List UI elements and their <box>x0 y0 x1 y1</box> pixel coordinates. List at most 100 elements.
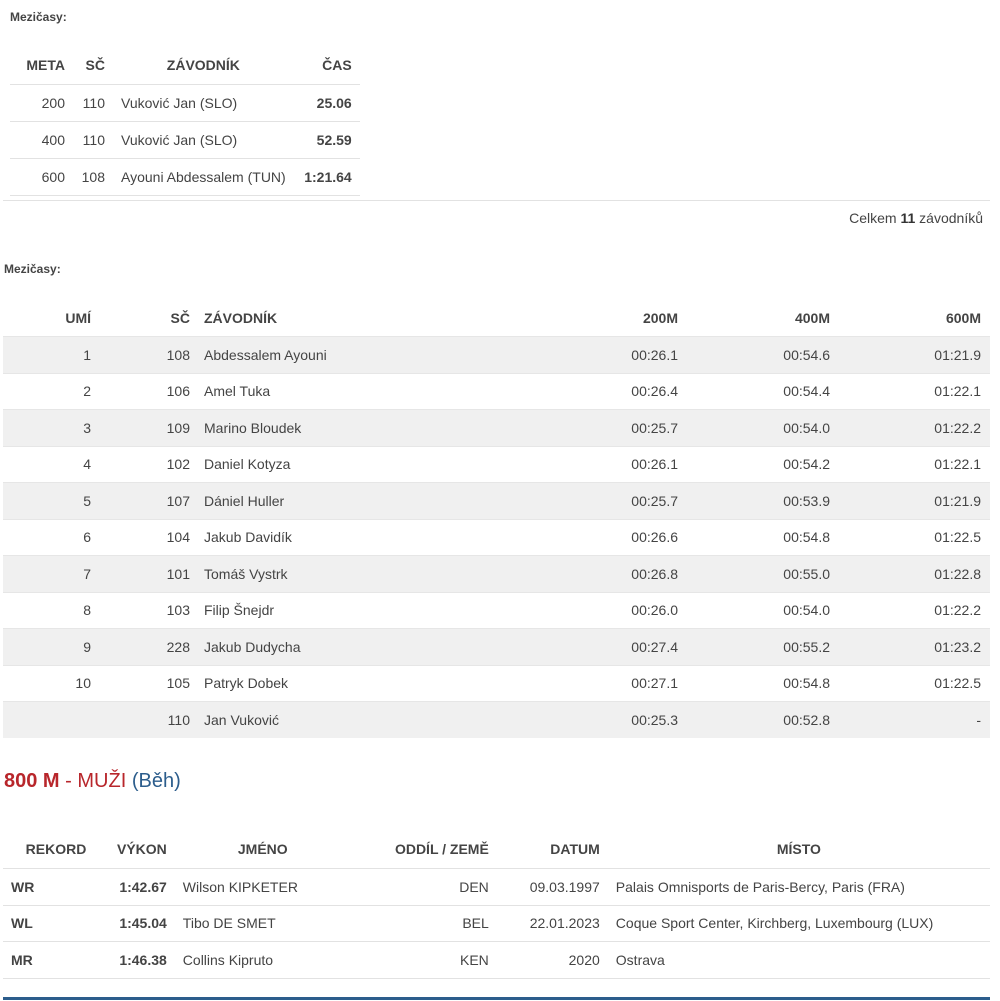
table-row: 9 228 Jakub Dudycha 00:27.4 00:55.2 01:23.2 <box>3 628 990 665</box>
cell-sc: 110 <box>73 84 113 122</box>
cell-date: 2020 <box>496 941 608 979</box>
cell-time: 25.06 <box>293 84 360 122</box>
cell-venue: Ostrava <box>607 941 990 979</box>
cell-400m: 00:54.6 <box>678 336 830 373</box>
cell-meta: 600 <box>10 158 73 196</box>
table-row: 6 104 Jakub Davidík 00:26.6 00:54.8 01:22.5 <box>3 518 990 556</box>
cell-athlete: Vuković Jan (SLO) <box>113 121 294 159</box>
col-record[interactable]: REKORD <box>3 830 109 869</box>
cell-600m: 01:21.9 <box>830 482 990 519</box>
total-prefix: Celkem <box>849 210 897 226</box>
cell-athlete: Vuković Jan (SLO) <box>113 84 294 122</box>
cell-sc: 101 <box>91 555 190 592</box>
cell-sc: 107 <box>91 482 190 519</box>
cell-athlete: Patryk Dobek <box>190 664 526 702</box>
table-row: 110 Jan Vuković 00:25.3 00:52.8- <box>3 701 990 738</box>
col-400m[interactable]: 400M <box>678 300 830 337</box>
cell-200m: 00:26.4 <box>526 372 678 410</box>
table-row: WL 1:45.04 Tibo DE SMET BEL 22.01.2023 C… <box>3 904 990 942</box>
col-club-country[interactable]: ODDÍL / ZEMĚ <box>351 830 497 869</box>
col-sc[interactable]: SČ <box>91 300 190 337</box>
cell-400m: 00:53.9 <box>678 482 830 519</box>
table-row: 4 102 Daniel Kotyza 00:26.1 00:54.2 01:22.1 <box>3 445 990 483</box>
cell-rank: 10 <box>3 664 91 702</box>
table-row: 5 107 Dániel Huller 00:25.7 00:53.9 01:21.9 <box>3 482 990 519</box>
cell-rank: 1 <box>3 336 91 373</box>
cell-400m: 00:54.2 <box>678 445 830 483</box>
cell-athlete: Filip Šnejdr <box>190 591 526 629</box>
col-rank[interactable]: UMÍ <box>3 300 91 337</box>
table-row: 1 108 Abdessalem Ayouni 00:26.1 00:54.6 01:21… <box>3 336 990 373</box>
cell-400m: 00:55.2 <box>678 628 830 665</box>
cell-600m: 01:22.5 <box>830 664 990 702</box>
col-200m[interactable]: 200M <box>526 300 678 337</box>
col-performance[interactable]: VÝKON <box>109 830 175 869</box>
col-venue[interactable]: MÍSTO <box>608 830 990 869</box>
cell-athlete: Amel Tuka <box>190 372 526 410</box>
cell-athlete: Jakub Dudycha <box>190 628 526 665</box>
cell-sc: 228 <box>91 628 190 665</box>
cell-athlete: Jan Vuković <box>190 701 526 738</box>
cell-200m: 00:26.6 <box>526 518 678 556</box>
cell-club-country: KEN <box>350 941 497 979</box>
total-athletes: Celkem 11 závodníků <box>849 210 983 226</box>
cell-600m: - <box>830 701 990 738</box>
cell-record: WR <box>3 868 109 905</box>
cell-600m: 01:22.2 <box>830 591 990 629</box>
cell-sc: 104 <box>91 518 190 556</box>
cell-600m: 01:23.2 <box>830 628 990 665</box>
cell-600m: 01:22.1 <box>830 445 990 483</box>
cell-200m: 00:26.1 <box>526 445 678 483</box>
col-name[interactable]: JMÉNO <box>175 830 351 869</box>
cell-meta: 200 <box>10 84 73 122</box>
col-date[interactable]: DATUM <box>497 830 608 869</box>
cell-meta: 400 <box>10 121 73 159</box>
event-separator: - <box>59 770 78 792</box>
col-time[interactable]: ČAS <box>294 46 360 85</box>
table-row: 7 101 Tomáš Vystrk 00:26.8 00:55.0 01:22.8 <box>3 555 990 592</box>
section-bottom-bar <box>3 997 990 1000</box>
table-row: 400 110 Vuković Jan (SLO) 52.59 <box>10 121 360 159</box>
cell-sc: 108 <box>91 336 190 373</box>
total-count: 11 <box>900 210 916 226</box>
cell-name: Wilson KIPKETER <box>174 868 351 905</box>
col-athlete[interactable]: ZÁVODNÍK <box>190 300 526 337</box>
cell-rank: 2 <box>3 372 91 410</box>
col-meta[interactable]: META <box>10 46 73 85</box>
cell-rank: 6 <box>3 518 91 556</box>
event-category: MUŽI <box>77 770 127 792</box>
cell-club-country: BEL <box>350 904 497 942</box>
cell-200m: 00:26.0 <box>526 591 678 629</box>
cell-venue: Coque Sport Center, Kirchberg, Luxembour… <box>607 904 990 942</box>
event-title: 800 M - MUŽI (Běh) <box>4 770 181 793</box>
cell-sc: 102 <box>91 445 190 483</box>
cell-200m: 00:27.1 <box>526 664 678 702</box>
table-row: 200 110 Vuković Jan (SLO) 25.06 <box>10 84 360 122</box>
event-type: (Běh) <box>131 770 181 792</box>
splits-table-2: UMÍ SČ ZÁVODNÍK 200M 400M 600M 1 108 Abdes… <box>3 300 990 738</box>
cell-sc: 103 <box>91 591 190 629</box>
cell-600m: 01:22.2 <box>830 409 990 446</box>
cell-performance: 1:46.38 <box>109 941 175 979</box>
cell-time: 1:21.64 <box>293 158 360 196</box>
cell-400m: 00:54.8 <box>678 664 830 702</box>
cell-600m: 01:22.1 <box>830 372 990 410</box>
col-athlete[interactable]: ZÁVODNÍK <box>113 46 294 85</box>
cell-rank <box>3 701 91 738</box>
col-600m[interactable]: 600M <box>830 300 990 337</box>
table-row: 3 109 Marino Bloudek 00:25.7 00:54.0 01:22.2 <box>3 409 990 446</box>
cell-name: Tibo DE SMET <box>174 904 351 942</box>
cell-200m: 00:26.1 <box>526 336 678 373</box>
cell-200m: 00:27.4 <box>526 628 678 665</box>
table-row: WR 1:42.67 Wilson KIPKETER DEN 09.03.199… <box>3 868 990 905</box>
cell-rank: 7 <box>3 555 91 592</box>
cell-200m: 00:26.8 <box>526 555 678 592</box>
table-row: MR 1:46.38 Collins Kipruto KEN 2020 Ostr… <box>3 941 990 979</box>
cell-date: 09.03.1997 <box>496 868 608 905</box>
cell-athlete: Tomáš Vystrk <box>190 555 526 592</box>
table-row: 2 106 Amel Tuka 00:26.4 00:54.4 01:22.1 <box>3 372 990 410</box>
cell-athlete: Daniel Kotyza <box>190 445 526 483</box>
cell-sc: 110 <box>91 701 190 738</box>
col-sc[interactable]: SČ <box>73 46 113 85</box>
records-table: REKORD VÝKON JMÉNO ODDÍL / ZEMĚ DATUM MÍ… <box>3 830 990 979</box>
